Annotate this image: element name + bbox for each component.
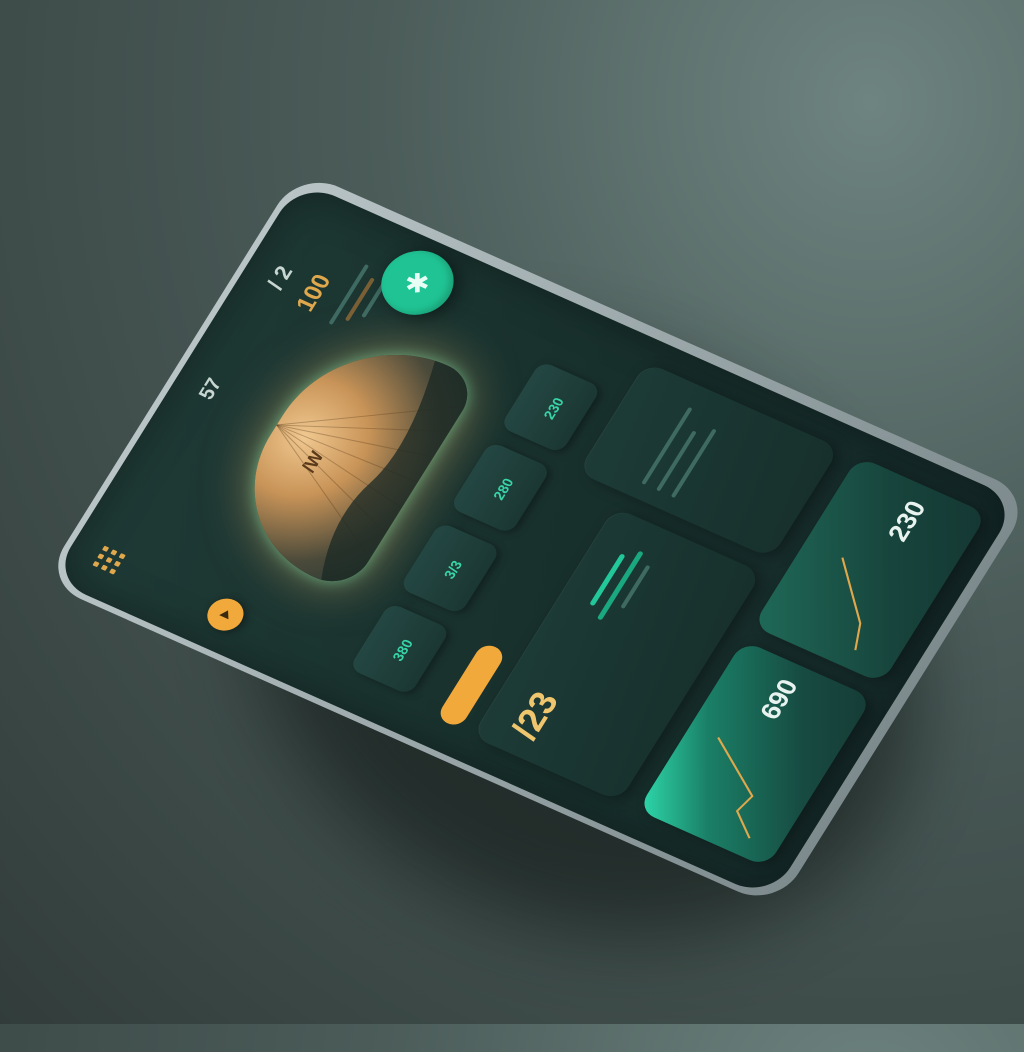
asterisk-icon: ✱ (396, 266, 438, 300)
stat-value: 280 (489, 475, 517, 503)
amber-play-button[interactable] (200, 593, 251, 637)
stat-value: 230 (539, 395, 568, 422)
stat-value: 380 (388, 636, 417, 664)
top-amount: 100 (290, 270, 337, 316)
mint-action-button[interactable]: ✱ (368, 239, 467, 326)
stat-tile-4[interactable]: 230 (499, 360, 602, 454)
play-icon (219, 610, 229, 620)
side-card-line-2 (655, 430, 697, 492)
menu-icon[interactable] (92, 545, 127, 575)
stage: 57 / 2 100 /W ✱ 380 3/3 280 230 /23 690 … (0, 0, 1024, 1052)
stat-tile-1[interactable]: 380 (348, 602, 451, 696)
header-title-value: 57 (194, 375, 227, 403)
side-card-line-3 (670, 428, 717, 499)
stat-tile-2[interactable]: 3/3 (398, 521, 502, 615)
main-card-body (563, 560, 685, 755)
stat-value: 3/3 (440, 558, 466, 582)
stat-tile-3[interactable]: 280 (449, 441, 552, 535)
top-value: / 2 (261, 262, 298, 294)
header-title (124, 398, 216, 531)
main-card-value: /23 (502, 685, 567, 745)
